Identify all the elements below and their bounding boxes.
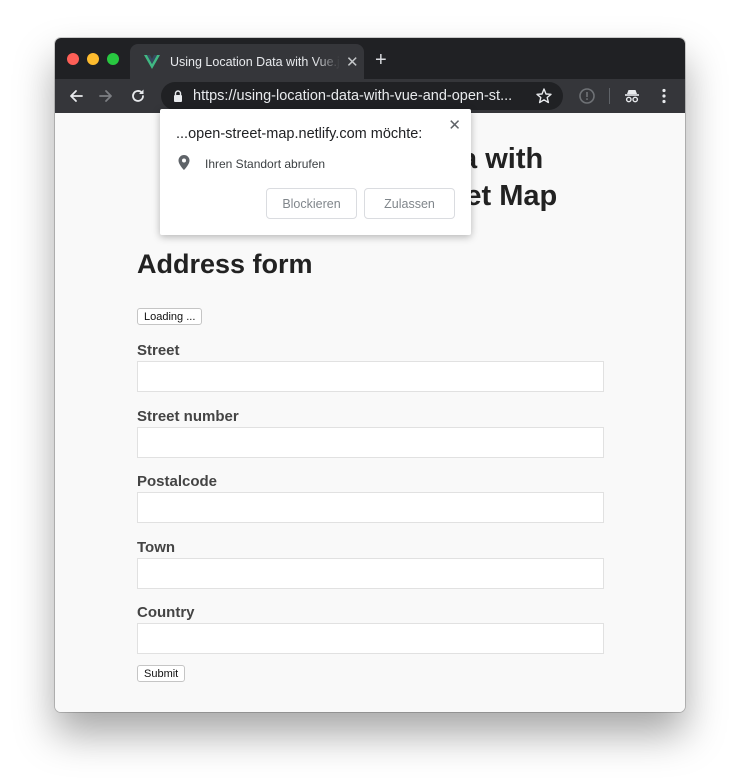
town-label: Town (137, 539, 176, 556)
postalcode-label: Postalcode (137, 473, 218, 490)
permission-description: Ihren Standort abrufen (205, 157, 326, 171)
toolbar-divider (609, 88, 610, 104)
street-number-label: Street number (137, 408, 239, 425)
postalcode-input[interactable] (137, 492, 604, 523)
browser-tab-active[interactable]: Using Location Data with Vue.js and Open… (130, 44, 364, 79)
forward-arrow-icon[interactable] (97, 87, 115, 105)
url-text[interactable]: https://using-location-data-with-vue-and… (193, 88, 512, 104)
popup-origin-text: ...open-street-map.netlify.com möchte: (176, 126, 423, 142)
block-button[interactable]: Blockieren (266, 188, 357, 219)
lock-icon[interactable] (173, 90, 183, 102)
form-heading: Address form (137, 249, 313, 279)
tab-close-icon[interactable]: ✕ (346, 53, 359, 71)
incognito-icon[interactable] (623, 87, 641, 105)
street-label: Street (137, 342, 180, 359)
tab-strip: Using Location Data with Vue.js and Open… (55, 38, 685, 79)
street-input[interactable] (137, 361, 604, 392)
browser-toolbar: https://using-location-data-with-vue-and… (55, 79, 685, 113)
country-input[interactable] (137, 623, 604, 654)
vue-logo-icon (144, 54, 160, 69)
tab-title: Using Location Data with Vue.js and Open… (170, 54, 340, 69)
street-number-input[interactable] (137, 427, 604, 458)
new-tab-button[interactable]: + (375, 50, 387, 70)
location-pin-icon (178, 155, 190, 170)
back-arrow-icon[interactable] (67, 87, 85, 105)
info-icon[interactable] (578, 87, 596, 105)
minimize-window-button[interactable] (87, 53, 99, 65)
submit-button[interactable]: Submit (137, 665, 186, 682)
more-menu-icon[interactable] (655, 87, 673, 105)
reload-icon[interactable] (129, 87, 147, 105)
town-input[interactable] (137, 558, 604, 589)
browser-window: Using Location Data with Vue.js and Open… (55, 38, 685, 712)
allow-button[interactable]: Zulassen (364, 188, 455, 219)
locate-button[interactable]: Loading ... (137, 308, 203, 325)
popup-close-icon[interactable]: ✕ (448, 116, 461, 134)
country-label: Country (137, 604, 195, 621)
address-bar[interactable]: https://using-location-data-with-vue-and… (161, 82, 563, 110)
bookmark-star-icon[interactable] (535, 87, 553, 105)
maximize-window-button[interactable] (107, 53, 119, 65)
close-window-button[interactable] (67, 53, 79, 65)
location-permission-popup: ...open-street-map.netlify.com möchte: ✕… (160, 109, 471, 235)
